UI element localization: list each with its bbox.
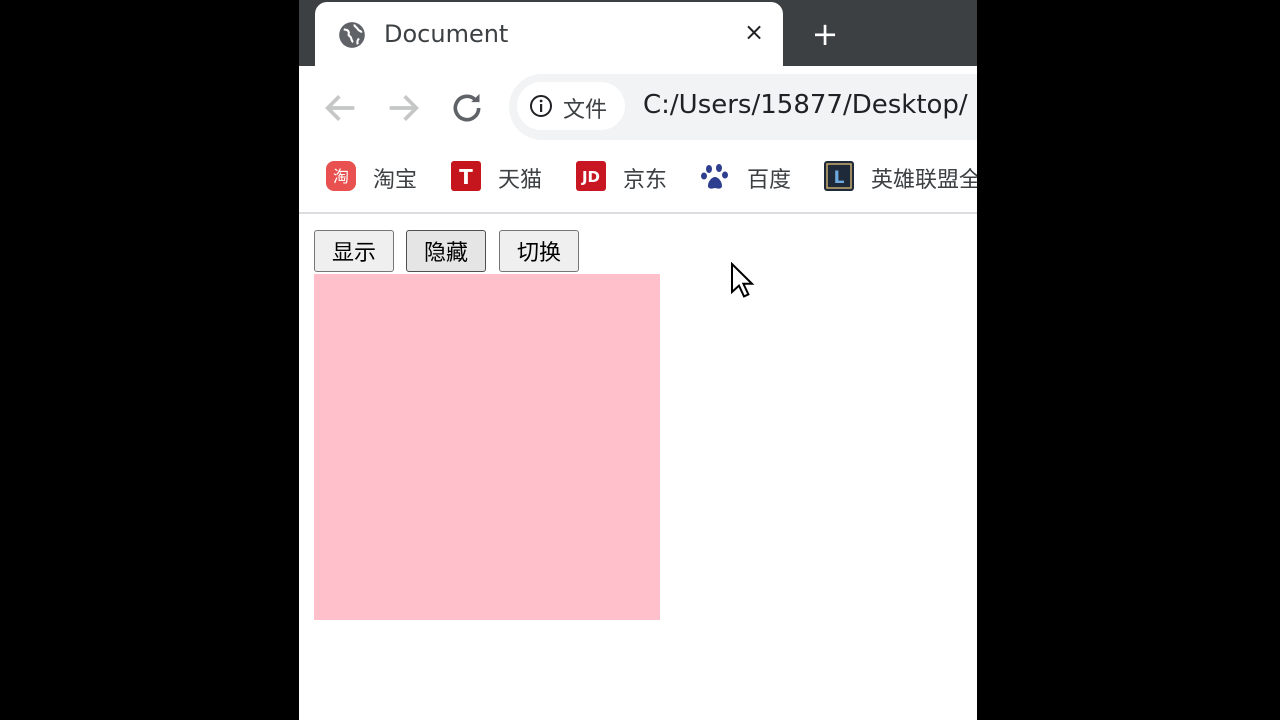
bookmark-label: 淘宝 — [373, 168, 418, 193]
tmall-icon: T — [451, 161, 481, 191]
mouse-cursor-icon — [731, 262, 755, 298]
forward-icon[interactable] — [383, 88, 423, 128]
address-bar[interactable]: 文件 C:/Users/15877/Desktop/ — [509, 74, 977, 140]
info-icon — [530, 95, 552, 117]
hide-button[interactable]: 隐藏 — [406, 230, 486, 272]
toolbar: 文件 C:/Users/15877/Desktop/ — [299, 66, 977, 146]
site-info-label: 文件 — [563, 98, 608, 123]
svg-text:JD: JD — [581, 168, 600, 186]
taobao-icon: 淘 — [326, 161, 356, 191]
pink-box — [314, 274, 660, 620]
tab-close-icon[interactable]: × — [738, 16, 770, 48]
url-text[interactable]: C:/Users/15877/Desktop/ — [643, 90, 968, 120]
bookmark-label: 京东 — [623, 168, 668, 193]
bookmark-label: 天猫 — [498, 168, 543, 193]
bookmark-label: 英雄联盟全 — [871, 168, 977, 193]
page-content: 显示 隐藏 切换 — [299, 214, 977, 720]
svg-text:T: T — [459, 165, 473, 189]
bookmark-label: 百度 — [747, 168, 792, 193]
site-info-chip[interactable]: 文件 — [517, 82, 625, 130]
back-icon[interactable] — [321, 88, 361, 128]
bookmarks-bar: 淘 淘宝 T 天猫 JD 京东 百度 L 英雄联盟全 — [299, 146, 977, 214]
jd-icon: JD — [576, 161, 606, 191]
svg-text:淘: 淘 — [333, 167, 349, 186]
baidu-paw-icon — [701, 164, 728, 189]
svg-text:L: L — [834, 168, 845, 188]
toggle-button[interactable]: 切换 — [499, 230, 579, 272]
tab-document[interactable]: Document × — [315, 2, 783, 66]
lol-icon: L — [824, 161, 854, 191]
tab-title: Document — [384, 20, 509, 48]
tab-strip: Document × + — [299, 0, 977, 66]
show-button[interactable]: 显示 — [314, 230, 394, 272]
browser-window: Document × + 文件 C:/Users/15877/Desktop/ … — [299, 0, 977, 720]
new-tab-button[interactable]: + — [807, 16, 843, 52]
globe-icon — [339, 22, 365, 48]
reload-icon[interactable] — [447, 88, 487, 128]
